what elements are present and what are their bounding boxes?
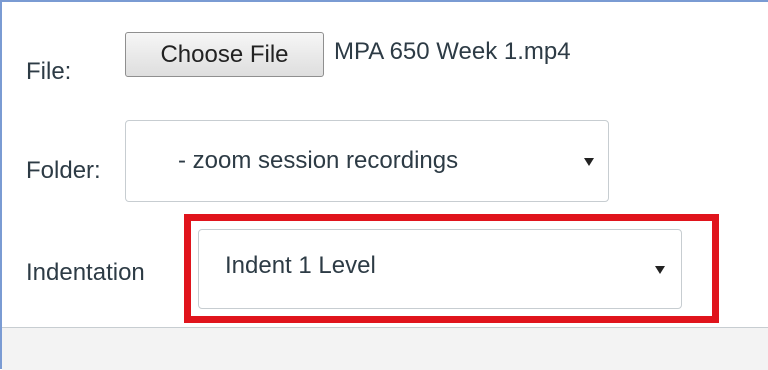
- choose-file-button-label: Choose File: [160, 40, 289, 68]
- dialog-footer: [2, 327, 768, 370]
- selected-file-name: MPA 650 Week 1.mp4: [334, 38, 571, 65]
- chevron-down-icon: [584, 158, 594, 166]
- indentation-select-value: Indent 1 Level: [225, 252, 376, 279]
- indentation-label: Indentation: [26, 259, 145, 286]
- folder-select-value: - zoom session recordings: [178, 147, 459, 174]
- folder-select[interactable]: - zoom session recordings: [125, 120, 609, 202]
- file-label: File:: [26, 58, 72, 85]
- choose-file-button[interactable]: Choose File: [125, 32, 324, 77]
- folder-label: Folder:: [26, 157, 101, 184]
- chevron-down-icon: [655, 266, 665, 274]
- indentation-select[interactable]: Indent 1 Level: [198, 229, 682, 309]
